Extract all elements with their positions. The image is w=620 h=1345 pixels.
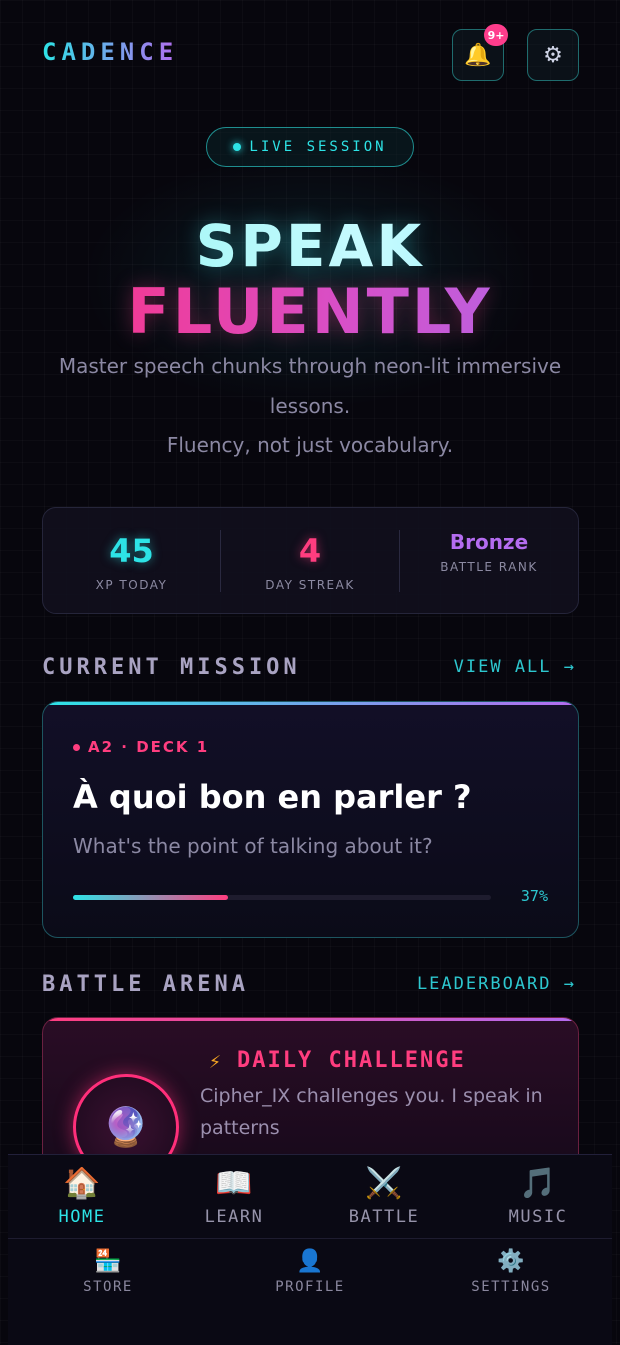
stat-label: DAY STREAK bbox=[265, 578, 355, 592]
nav-label: BATTLE bbox=[348, 1207, 420, 1227]
nav-music[interactable]: 🎵 MUSIC bbox=[484, 1166, 592, 1228]
hero-title-line1: SPEAK bbox=[0, 212, 620, 280]
gear-icon: ⚙ bbox=[543, 42, 563, 68]
stat-label: BATTLE RANK bbox=[440, 560, 538, 574]
daily-challenge-description: Cipher_IX challenges you. I speak in pat… bbox=[200, 1085, 543, 1139]
battle-arena-heading: BATTLE ARENA bbox=[42, 972, 249, 997]
bottom-navigation: 🏠 HOME 📖 LEARN ⚔️ BATTLE 🎵 MUSIC 🏪 STORE… bbox=[8, 1154, 612, 1345]
live-session-pill[interactable]: LIVE SESSION bbox=[206, 127, 414, 167]
mission-progress-label: 37% bbox=[520, 887, 548, 905]
battle-card-accent bbox=[43, 1018, 578, 1021]
app-logo: CADENCE bbox=[42, 38, 179, 66]
nav-profile[interactable]: 👤 PROFILE bbox=[260, 1249, 360, 1295]
stat-day-streak: 4 DAY STREAK bbox=[221, 508, 399, 613]
mission-card[interactable]: A2 · DECK 1 À quoi bon en parler ? What'… bbox=[42, 701, 579, 938]
mission-progress-fill bbox=[73, 895, 228, 900]
nav-learn[interactable]: 📖 LEARN bbox=[180, 1166, 288, 1228]
current-mission-heading: CURRENT MISSION bbox=[42, 655, 301, 680]
live-dot-icon bbox=[233, 143, 242, 151]
lightning-icon: ⚡ bbox=[209, 1048, 224, 1073]
tag-dot-icon bbox=[73, 743, 80, 751]
nav-label: PROFILE bbox=[275, 1279, 345, 1295]
swords-icon: ⚔️ bbox=[365, 1166, 403, 1201]
nav-settings[interactable]: ⚙️ SETTINGS bbox=[456, 1249, 566, 1295]
profile-icon: 👤 bbox=[296, 1249, 324, 1274]
home-icon: 🏠 bbox=[63, 1166, 101, 1201]
hero-subtitle: Master speech chunks through neon-lit im… bbox=[58, 354, 562, 418]
mission-tag-label: A2 · DECK 1 bbox=[88, 738, 210, 756]
mission-card-accent bbox=[43, 702, 578, 705]
hero-tagline: Fluency, not just vocabulary. bbox=[166, 433, 454, 457]
nav-label: STORE bbox=[83, 1279, 133, 1295]
settings-button[interactable]: ⚙ bbox=[527, 29, 579, 81]
hero-title-line2: FLUENTLY bbox=[0, 275, 620, 348]
nav-label: LEARN bbox=[204, 1207, 264, 1227]
book-icon: 📖 bbox=[215, 1166, 253, 1201]
mission-tag: A2 · DECK 1 bbox=[73, 738, 209, 756]
mission-progress-bar bbox=[73, 895, 491, 900]
nav-battle[interactable]: ⚔️ BATTLE bbox=[330, 1166, 438, 1228]
nav-label: MUSIC bbox=[508, 1207, 568, 1227]
stat-label: XP TODAY bbox=[95, 578, 168, 592]
stats-panel: 45 XP TODAY 4 DAY STREAK Bronze BATTLE R… bbox=[42, 507, 579, 614]
mission-title: À quoi bon en parler ? bbox=[73, 778, 472, 816]
settings-icon: ⚙️ bbox=[497, 1249, 525, 1274]
stat-xp-today: 45 XP TODAY bbox=[43, 508, 220, 613]
nav-store[interactable]: 🏪 STORE bbox=[58, 1249, 158, 1295]
nav-divider bbox=[8, 1238, 612, 1239]
stat-value: Bronze bbox=[449, 530, 529, 554]
stat-value: 4 bbox=[298, 532, 322, 570]
daily-challenge-title: ⚡ DAILY CHALLENGE bbox=[209, 1048, 466, 1073]
bell-icon: 🔔 bbox=[464, 42, 492, 68]
stat-value: 45 bbox=[109, 532, 154, 570]
nav-label: HOME bbox=[58, 1207, 106, 1227]
view-all-link[interactable]: VIEW ALL → bbox=[454, 657, 576, 677]
mission-translation: What's the point of talking about it? bbox=[73, 834, 433, 858]
notification-badge: 9+ bbox=[484, 24, 508, 46]
nav-label: SETTINGS bbox=[471, 1279, 551, 1295]
stat-battle-rank: Bronze BATTLE RANK bbox=[400, 508, 578, 613]
live-session-label: LIVE SESSION bbox=[249, 139, 387, 155]
daily-challenge-label: DAILY CHALLENGE bbox=[237, 1048, 466, 1073]
leaderboard-link[interactable]: LEADERBOARD → bbox=[417, 974, 576, 994]
nav-home[interactable]: 🏠 HOME bbox=[28, 1166, 136, 1228]
music-note-icon: 🎵 bbox=[519, 1166, 557, 1201]
store-icon: 🏪 bbox=[94, 1249, 122, 1274]
